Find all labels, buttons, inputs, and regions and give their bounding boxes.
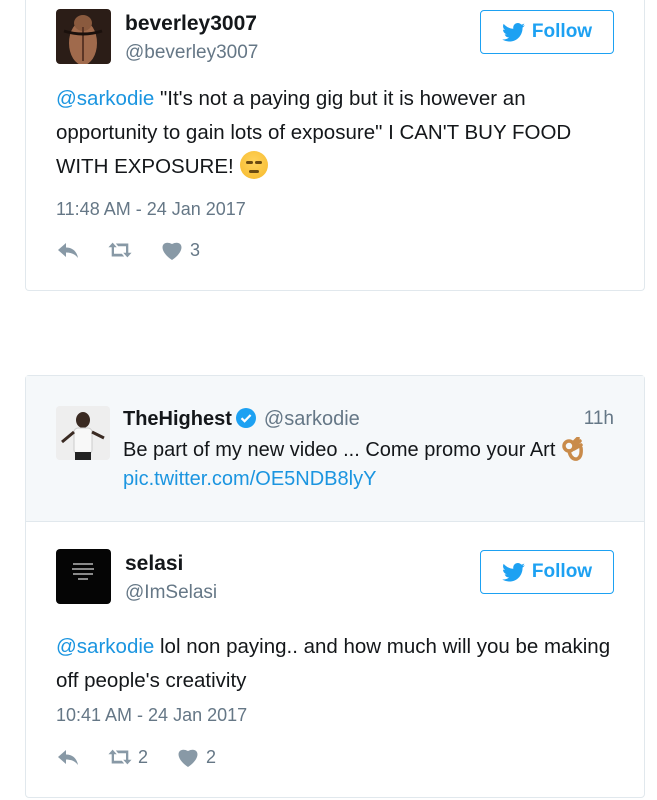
reply-icon (58, 750, 78, 765)
verified-badge-icon (235, 408, 256, 428)
like-count: 2 (206, 746, 217, 767)
quoted-display-name: TheHighest (123, 408, 232, 430)
tweet-actions: 3 (56, 238, 228, 262)
reply-button[interactable] (56, 746, 80, 768)
quoted-tweet[interactable]: TheHighest @sarkodie 11h Be part of my ne… (26, 376, 644, 522)
avatar[interactable]: ​ (56, 549, 111, 604)
retweet-icon (108, 242, 132, 258)
quoted-text: Be part of my new video ... Come promo y… (123, 437, 584, 462)
display-name[interactable]: beverley3007 (125, 12, 257, 36)
retweet-count: 2 (138, 746, 149, 767)
tweet-timestamp[interactable]: 11:48 AM - 24 Jan 2017 (56, 199, 246, 220)
retweet-icon (108, 749, 132, 765)
quoted-time[interactable]: 11h (584, 408, 614, 430)
like-button[interactable]: 2 (176, 746, 216, 768)
twitter-bird-icon (502, 22, 525, 42)
display-name[interactable]: selasi (125, 552, 183, 576)
tweet-header: ​ selasi @ImSelasi Follow (56, 549, 614, 604)
user-handle[interactable]: @beverley3007 (125, 42, 258, 64)
unamused-face-emoji-icon (239, 151, 268, 179)
retweet-button[interactable] (108, 239, 132, 261)
heart-icon (162, 242, 182, 260)
retweet-button[interactable]: 2 (108, 746, 148, 768)
user-handle[interactable]: @ImSelasi (125, 582, 217, 604)
tweet-card-beverley: beverley3007 @beverley3007 Follow @sarko… (25, 0, 645, 291)
twitter-bird-icon (502, 562, 525, 582)
mention-link[interactable]: @sarkodie (56, 635, 154, 658)
avatar[interactable] (56, 9, 111, 64)
tweet-text: @sarkodie "It's not a paying gig but it … (56, 82, 614, 184)
follow-label: Follow (531, 561, 593, 582)
tweet-header: beverley3007 @beverley3007 Follow (56, 9, 614, 64)
quoted-handle: @sarkodie (263, 408, 360, 430)
quoted-author[interactable]: TheHighest @sarkodie (123, 408, 360, 431)
follow-button[interactable]: Follow (480, 550, 614, 594)
like-count: 3 (190, 239, 201, 260)
follow-button[interactable]: Follow (480, 10, 614, 54)
like-button[interactable]: 3 (160, 239, 200, 261)
ok-hand-emoji-icon (562, 437, 584, 461)
tweet-text: @sarkodie lol non paying.. and how much … (56, 630, 614, 698)
quoted-pic-link[interactable]: pic.twitter.com/OE5NDB8lyY (123, 468, 376, 491)
quoted-avatar[interactable] (56, 406, 110, 460)
mention-link[interactable]: @sarkodie (56, 87, 154, 110)
tweet-card-selasi: TheHighest @sarkodie 11h Be part of my ne… (25, 375, 645, 798)
quoted-body: Be part of my new video ... Come promo y… (123, 439, 556, 461)
tweet-actions: 2 2 (56, 745, 244, 769)
reply-button[interactable] (56, 239, 80, 261)
heart-icon (178, 749, 198, 767)
reply-icon (58, 243, 78, 258)
follow-label: Follow (531, 21, 593, 42)
tweet-timestamp[interactable]: 10:41 AM - 24 Jan 2017 (56, 705, 247, 726)
